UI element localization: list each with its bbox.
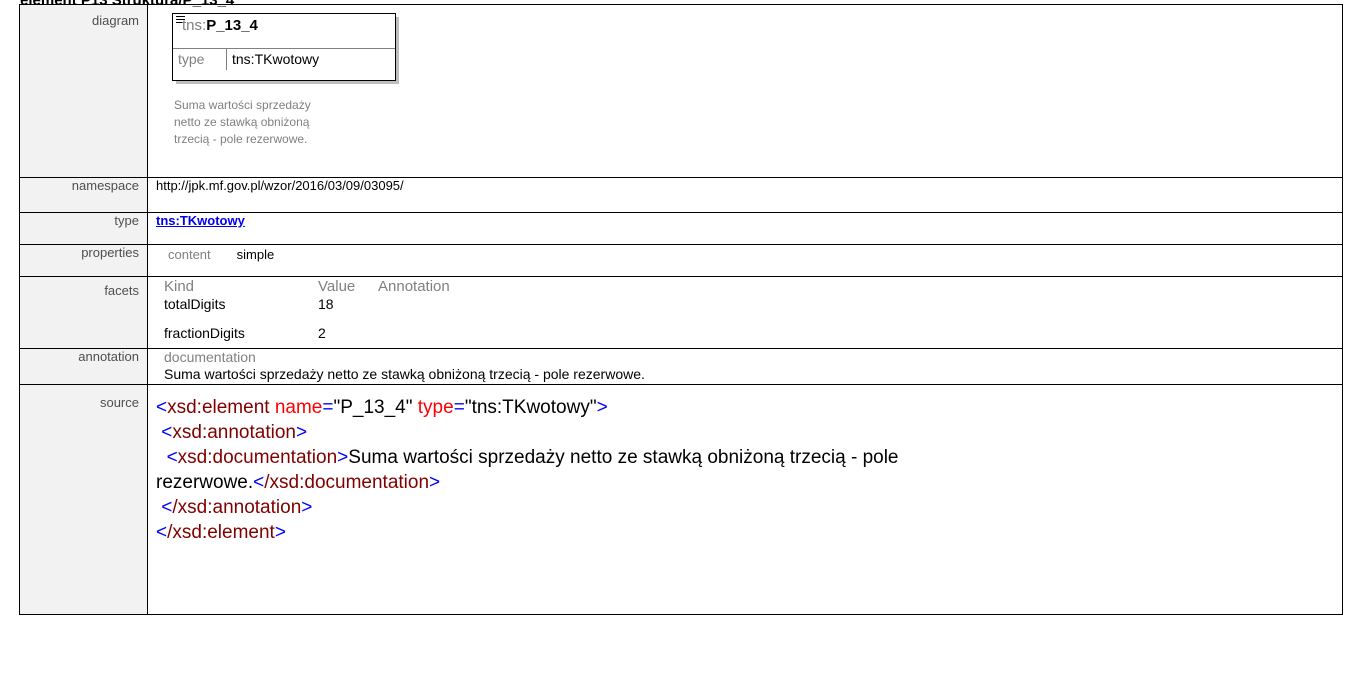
annotation-key: documentation xyxy=(164,349,256,365)
facet-value: 2 xyxy=(318,325,326,341)
type-label-text: type xyxy=(114,213,139,228)
facets-cell: Kind Value Annotation totalDigits 18 fra… xyxy=(147,276,1343,349)
type-cell: tns:TKwotowy xyxy=(147,212,1343,245)
src-annotation-close: /xsd:annotation xyxy=(172,497,302,518)
src-element-close: /xsd:element xyxy=(167,522,275,543)
element-documentation-table: diagram tns:P_13_4 type tns:TKwotowy Sum… xyxy=(19,4,1343,615)
properties-label-text: properties xyxy=(81,245,139,260)
facets-label-text: facets xyxy=(104,283,139,298)
diagram-type-separator xyxy=(226,49,227,70)
facets-label: facets xyxy=(19,276,148,349)
src-documentation-tag: xsd:documentation xyxy=(177,447,338,468)
diagram-ns-prefix: tns: xyxy=(182,17,207,34)
src-attr-type: type xyxy=(417,397,454,418)
src-documentation-close: /xsd:documentation xyxy=(264,472,430,493)
diagram-cell: tns:P_13_4 type tns:TKwotowy Suma wartoś… xyxy=(147,4,1343,178)
annotation-label-text: annotation xyxy=(78,349,139,364)
type-link[interactable]: tns:TKwotowy xyxy=(156,213,245,228)
type-label: type xyxy=(19,212,148,245)
properties-cell: content simple xyxy=(147,244,1343,277)
namespace-label: namespace xyxy=(19,177,148,213)
facets-header-value: Value xyxy=(318,278,356,295)
diagram-type-value: tns:TKwotowy xyxy=(232,51,320,67)
annotation-value: Suma wartości sprzedaży netto ze stawką … xyxy=(164,366,645,382)
element-diagram: tns:P_13_4 type tns:TKwotowy Suma wartoś… xyxy=(172,13,402,163)
annotation-row: annotation documentation Suma wartości s… xyxy=(19,348,1343,385)
namespace-cell: http://jpk.mf.gov.pl/wzor/2016/03/09/030… xyxy=(147,177,1343,213)
src-attr-name: name xyxy=(274,397,323,418)
properties-row: properties content simple xyxy=(19,244,1343,277)
diagram-type-row: type tns:TKwotowy xyxy=(173,48,395,70)
source-label-text: source xyxy=(99,395,139,410)
properties-key: content xyxy=(168,247,211,262)
facet-value: 18 xyxy=(318,296,334,312)
annotation-cell: documentation Suma wartości sprzedaży ne… xyxy=(147,348,1343,385)
src-documentation-text-cont: rezerwowe. xyxy=(156,472,254,493)
annotation-label: annotation xyxy=(19,348,148,385)
diagram-shadow-bottom xyxy=(176,81,399,84)
source-label: source xyxy=(19,384,148,615)
namespace-value: http://jpk.mf.gov.pl/wzor/2016/03/09/030… xyxy=(156,178,404,193)
diagram-shadow-right xyxy=(396,17,399,81)
diagram-element-box[interactable]: tns:P_13_4 type tns:TKwotowy xyxy=(172,13,396,81)
src-attr-type-value: tns:TKwotowy xyxy=(471,397,590,418)
facets-header-annotation: Annotation xyxy=(378,278,450,295)
src-documentation-text: Suma wartości sprzedaży netto ze stawką … xyxy=(348,447,899,468)
properties-label: properties xyxy=(19,244,148,277)
diagram-row: diagram tns:P_13_4 type tns:TKwotowy Sum… xyxy=(19,4,1343,178)
diagram-type-key: type xyxy=(178,51,205,67)
source-row: source <xsd:element name="P_13_4" type="… xyxy=(19,384,1343,615)
diagram-label: diagram xyxy=(19,4,148,178)
type-row: type tns:TKwotowy xyxy=(19,212,1343,245)
diagram-element-title: tns:P_13_4 xyxy=(182,17,258,34)
namespace-label-text: namespace xyxy=(71,178,139,193)
facets-row: facets Kind Value Annotation totalDigits… xyxy=(19,276,1343,349)
facet-kind: fractionDigits xyxy=(164,325,245,341)
facet-kind: totalDigits xyxy=(164,296,226,312)
diagram-element-name: P_13_4 xyxy=(206,17,258,34)
properties-value: simple xyxy=(236,247,275,262)
facets-header-kind: Kind xyxy=(164,278,195,295)
source-code: <xsd:element name="P_13_4" type="tns:TKw… xyxy=(156,397,899,543)
src-attr-name-value: P_13_4 xyxy=(340,397,406,418)
diagram-annotation-note: Suma wartości sprzedaży netto ze stawką … xyxy=(174,98,311,146)
src-annotation-tag: xsd:annotation xyxy=(172,422,296,443)
namespace-row: namespace http://jpk.mf.gov.pl/wzor/2016… xyxy=(19,177,1343,213)
source-cell: <xsd:element name="P_13_4" type="tns:TKw… xyxy=(147,384,1343,615)
src-element-tag: xsd:element xyxy=(167,397,270,418)
